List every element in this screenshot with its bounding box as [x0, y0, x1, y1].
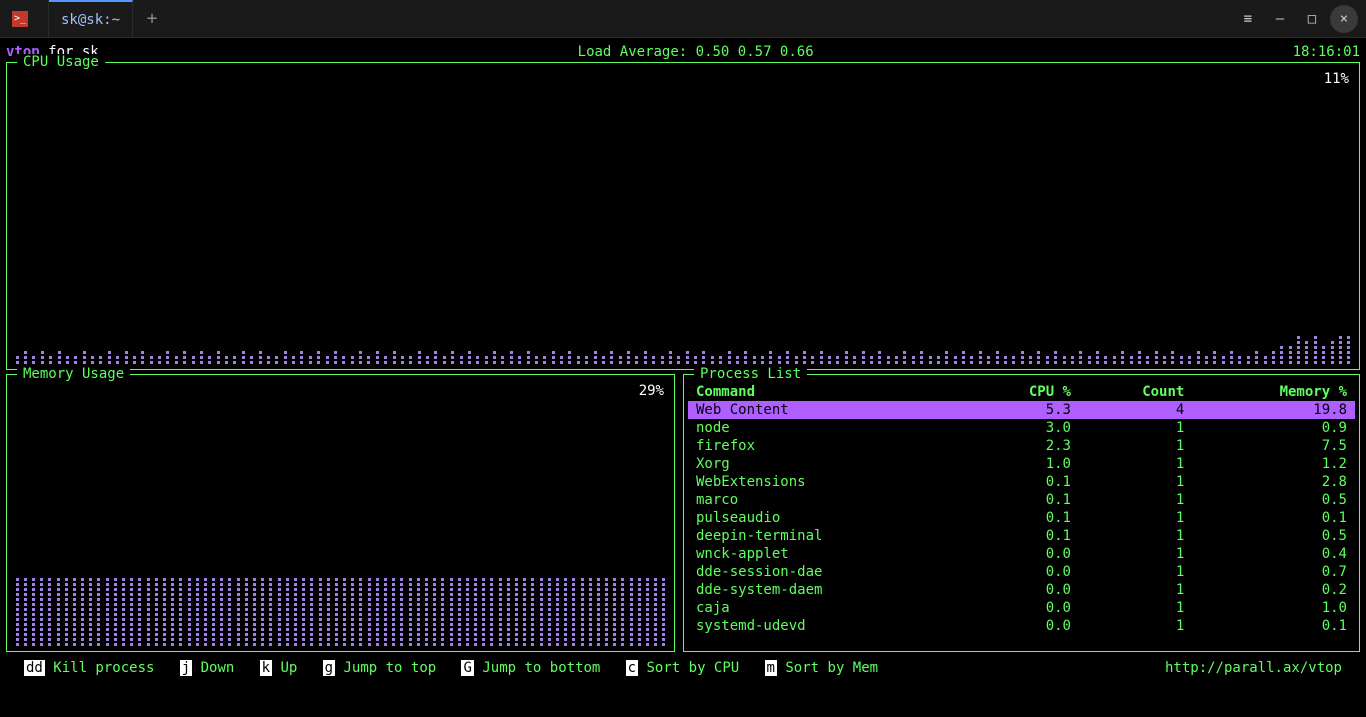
memory-chart [13, 577, 668, 647]
cpu-title: CPU Usage [17, 54, 105, 70]
window-titlebar: >_ sk@sk:~ + ≡ — □ × [0, 0, 1366, 38]
col-mem: Memory % [1192, 383, 1355, 401]
process-table: Command CPU % Count Memory % Web Content… [688, 383, 1355, 635]
vtop-header: vtop for sk Load Average: 0.50 0.57 0.66… [6, 42, 1360, 62]
col-count: Count [1079, 383, 1192, 401]
key-hint: m [765, 660, 777, 676]
table-row[interactable]: deepin-terminal0.110.5 [688, 527, 1355, 545]
memory-percent: 29% [639, 383, 664, 399]
cpu-chart [13, 335, 1353, 365]
table-row[interactable]: marco0.110.5 [688, 491, 1355, 509]
menu-button[interactable]: ≡ [1234, 5, 1262, 33]
key-hint: j [180, 660, 192, 676]
footer-link[interactable]: http://parall.ax/vtop [1165, 660, 1342, 676]
table-row[interactable]: systemd-udevd0.010.1 [688, 617, 1355, 635]
table-row[interactable]: node3.010.9 [688, 419, 1355, 437]
table-row[interactable]: Web Content5.3419.8 [688, 401, 1355, 419]
memory-panel: Memory Usage 29% [6, 374, 675, 652]
table-row[interactable]: pulseaudio0.110.1 [688, 509, 1355, 527]
clock: 18:16:01 [1293, 44, 1360, 60]
window-controls: ≡ — □ × [1234, 5, 1366, 33]
table-row[interactable]: caja0.011.0 [688, 599, 1355, 617]
terminal-area[interactable]: vtop for sk Load Average: 0.50 0.57 0.66… [0, 38, 1366, 717]
tab-label: sk@sk:~ [61, 12, 120, 28]
minimize-button[interactable]: — [1266, 5, 1294, 33]
key-hint: dd [24, 660, 45, 676]
new-tab-button[interactable]: + [133, 0, 171, 38]
process-title: Process List [694, 366, 807, 382]
col-cpu: CPU % [966, 383, 1079, 401]
maximize-button[interactable]: □ [1298, 5, 1326, 33]
terminal-icon: >_ [12, 11, 28, 27]
table-row[interactable]: Xorg1.011.2 [688, 455, 1355, 473]
cpu-panel: CPU Usage 11% [6, 62, 1360, 370]
key-hint: G [461, 660, 473, 676]
memory-title: Memory Usage [17, 366, 130, 382]
load-average: Load Average: 0.50 0.57 0.66 [578, 44, 814, 60]
tab-pinned[interactable]: >_ [0, 0, 49, 38]
process-header: Command CPU % Count Memory % [688, 383, 1355, 401]
table-row[interactable]: firefox2.317.5 [688, 437, 1355, 455]
tab-terminal[interactable]: sk@sk:~ [49, 0, 133, 38]
table-row[interactable]: dde-session-dae0.010.7 [688, 563, 1355, 581]
cpu-percent: 11% [1324, 71, 1349, 87]
table-row[interactable]: wnck-applet0.010.4 [688, 545, 1355, 563]
table-row[interactable]: WebExtensions0.112.8 [688, 473, 1355, 491]
process-panel: Process List Command CPU % Count Memory … [683, 374, 1360, 652]
key-hint: k [260, 660, 272, 676]
close-button[interactable]: × [1330, 5, 1358, 33]
footer-bar: dd Kill process j Down k Up g Jump to to… [6, 656, 1360, 680]
table-row[interactable]: dde-system-daem0.010.2 [688, 581, 1355, 599]
col-command: Command [688, 383, 966, 401]
key-hint: c [626, 660, 638, 676]
key-hint: g [323, 660, 335, 676]
